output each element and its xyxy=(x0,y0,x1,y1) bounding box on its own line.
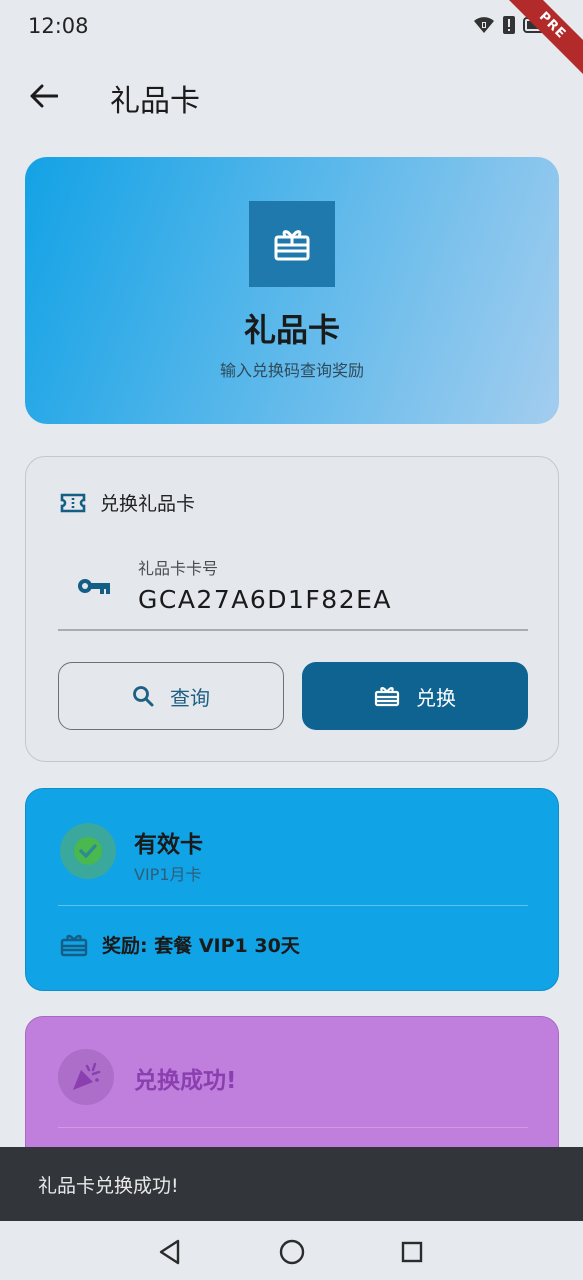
redeem-header: 兑换礼品卡 xyxy=(60,489,195,516)
hero-banner: 礼品卡 输入兑换码查询奖励 xyxy=(25,157,559,424)
alert-icon xyxy=(503,16,515,34)
reward-row: 奖励: 套餐 VIP1 30天 xyxy=(60,931,300,958)
gift-card-icon xyxy=(274,230,310,261)
check-icon xyxy=(74,837,102,865)
valid-card-info: 有效卡 VIP1月卡 奖励: 套餐 VIP1 30天 xyxy=(25,788,559,991)
ticket-icon xyxy=(60,493,86,512)
redeem-button[interactable]: 兑换 xyxy=(302,662,528,730)
redeem-section-title: 兑换礼品卡 xyxy=(100,493,196,515)
redeem-button-label: 兑换 xyxy=(416,685,456,710)
reward-text: 奖励: 套餐 VIP1 30天 xyxy=(102,935,300,957)
status-time: 12:08 xyxy=(28,14,89,38)
app-bar: 礼品卡 xyxy=(0,60,583,132)
snackbar-message: 礼品卡兑换成功! xyxy=(38,1175,179,1197)
input-underline xyxy=(58,629,528,631)
page-title: 礼品卡 xyxy=(110,84,200,119)
query-button[interactable]: 查询 xyxy=(58,662,284,730)
nav-home-icon[interactable] xyxy=(279,1239,305,1265)
wifi-icon xyxy=(474,17,494,33)
redeem-card: 兑换礼品卡 礼品卡卡号 GCA27A6D1F82EA 查询 兑换 xyxy=(25,456,559,762)
gift-card-icon xyxy=(374,687,400,707)
check-circle-icon xyxy=(60,823,116,879)
card-type: VIP1月卡 xyxy=(134,865,202,884)
card-status: 有效卡 xyxy=(134,832,203,858)
hero-title: 礼品卡 xyxy=(243,311,340,349)
snackbar: 礼品卡兑换成功! xyxy=(0,1147,583,1221)
divider xyxy=(58,1127,528,1128)
status-bar: 12:08 PRE xyxy=(0,0,583,81)
search-icon xyxy=(133,686,154,707)
nav-back-icon[interactable] xyxy=(158,1239,182,1265)
card-number-label: 礼品卡卡号 xyxy=(138,559,219,578)
system-nav-bar xyxy=(0,1221,583,1280)
nav-recents-icon[interactable] xyxy=(401,1241,423,1263)
party-icon xyxy=(73,1062,101,1090)
key-icon xyxy=(78,579,110,594)
card-number-input[interactable]: GCA27A6D1F82EA xyxy=(138,585,392,614)
divider xyxy=(58,905,528,906)
gift-card-icon xyxy=(60,934,88,956)
hero-subtitle: 输入兑换码查询奖励 xyxy=(219,361,364,380)
arrow-back-icon xyxy=(30,84,58,108)
success-title: 兑换成功! xyxy=(134,1068,237,1094)
party-popper-icon xyxy=(58,1049,114,1105)
query-button-label: 查询 xyxy=(170,685,210,710)
back-button[interactable] xyxy=(26,78,62,114)
hero-icon-container xyxy=(249,201,335,287)
